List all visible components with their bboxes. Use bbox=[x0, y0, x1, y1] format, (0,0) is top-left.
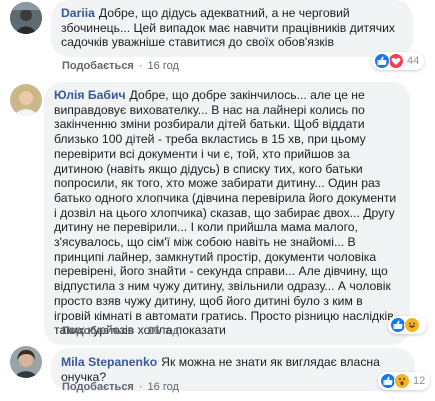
avatar[interactable] bbox=[10, 2, 42, 34]
comment-dariia: Dariia Добре, що дідусь адекватний, а не … bbox=[0, 0, 435, 76]
avatar-photo-icon bbox=[10, 2, 42, 34]
haha-icon bbox=[404, 317, 420, 333]
comment-yuliia: Юлія Бабич Добре, що добре закінчилось...… bbox=[0, 82, 435, 345]
like-button[interactable]: Подобається bbox=[62, 60, 134, 72]
comment-actions: Подобається · 16 год bbox=[62, 381, 179, 393]
comment-text: Добре, що добре закінчилось... але це не… bbox=[54, 88, 397, 338]
comment-text: Добре, що дідусь адекватний, а не чергов… bbox=[61, 6, 395, 50]
comment-actions: Подобається · 16 год bbox=[62, 60, 179, 72]
wow-icon bbox=[394, 373, 410, 389]
avatar[interactable] bbox=[10, 84, 42, 116]
comment-bubble: Dariia Добре, що дідусь адекватний, а не … bbox=[51, 0, 413, 58]
reaction-count: 12 bbox=[413, 375, 426, 387]
comment-bubble: Юлія Бабич Добре, що добре закінчилось...… bbox=[44, 82, 410, 345]
avatar-photo-icon bbox=[10, 346, 42, 378]
reactions-summary[interactable]: 44 bbox=[372, 52, 425, 70]
comment-mila: Mila Stepanenko Як можна не знати як вигл… bbox=[0, 346, 435, 401]
comment-author[interactable]: Юлія Бабич bbox=[54, 88, 126, 102]
avatar[interactable] bbox=[10, 346, 42, 378]
comment-actions: Подобається · 16 год bbox=[62, 325, 179, 337]
reaction-count: 44 bbox=[407, 55, 420, 67]
comment-timestamp[interactable]: 16 год bbox=[148, 381, 179, 393]
like-icon bbox=[374, 53, 390, 69]
like-button[interactable]: Подобається bbox=[62, 325, 134, 337]
reactions-summary[interactable] bbox=[388, 316, 427, 334]
reactions-summary[interactable]: 12 bbox=[378, 372, 431, 390]
comment-timestamp[interactable]: 16 год bbox=[148, 325, 179, 337]
comment-author[interactable]: Mila Stepanenko bbox=[61, 355, 157, 369]
avatar-photo-icon bbox=[10, 84, 42, 116]
love-icon bbox=[388, 53, 404, 69]
comment-timestamp[interactable]: 16 год bbox=[148, 60, 179, 72]
like-button[interactable]: Подобається bbox=[62, 381, 134, 393]
comment-author[interactable]: Dariia bbox=[61, 6, 95, 20]
